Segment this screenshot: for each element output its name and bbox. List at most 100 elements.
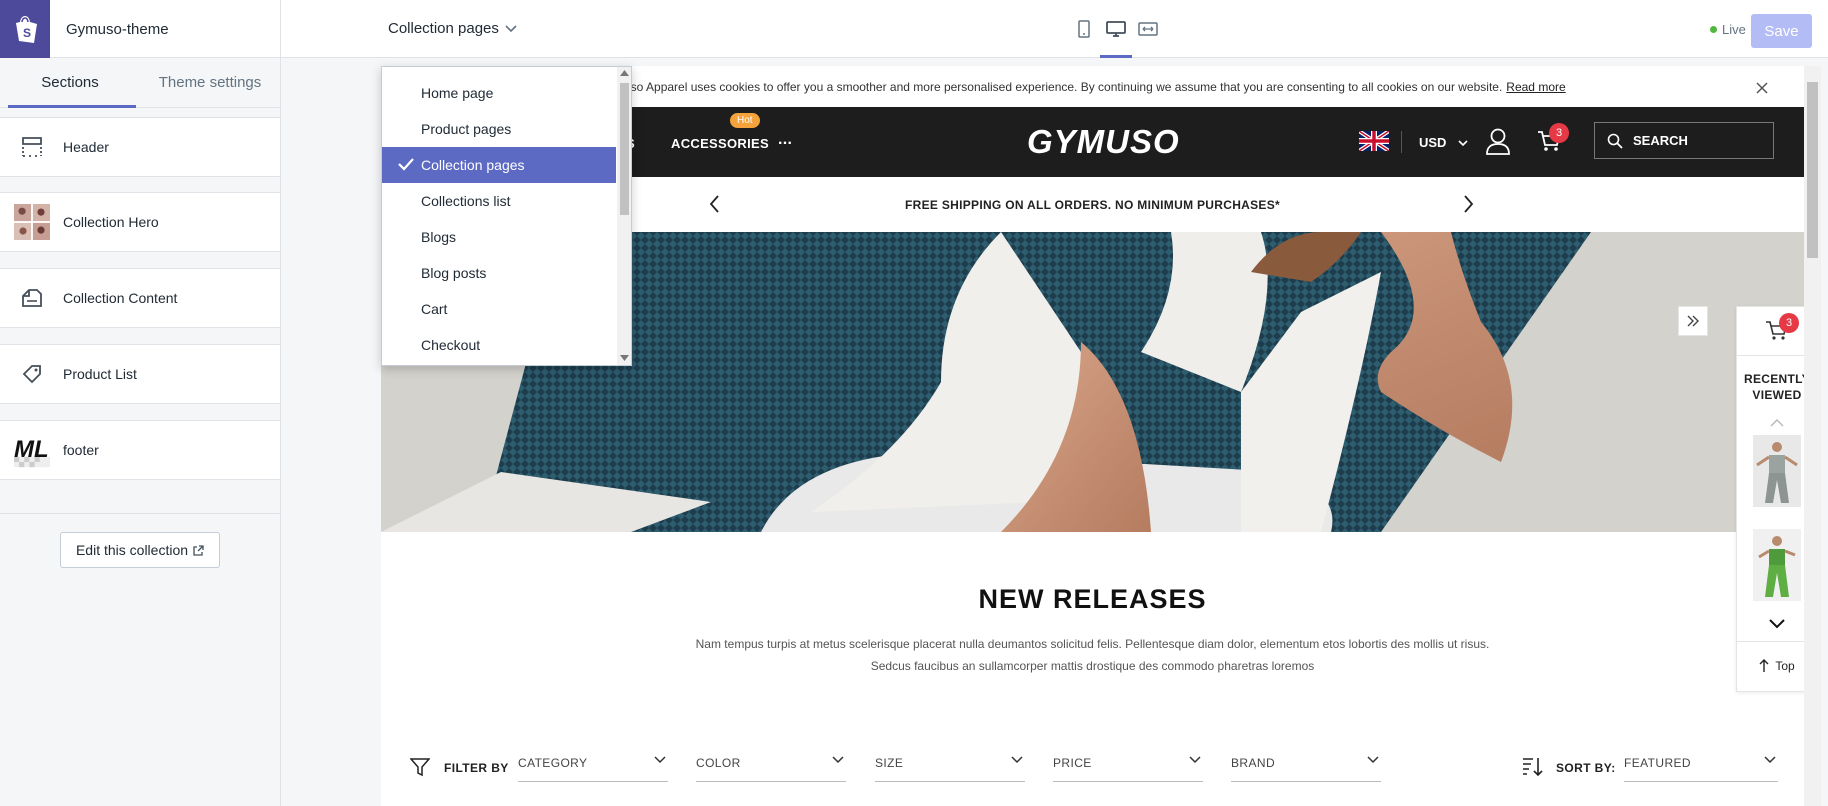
recently-viewed-panel: 3 RECENTLY VIEWED Top — [1736, 306, 1804, 692]
section-collection-content[interactable]: Collection Content — [0, 268, 280, 328]
cart-count-badge: 3 — [1779, 313, 1799, 333]
edit-collection-label: Edit this collection — [75, 542, 189, 558]
option-blog-posts[interactable]: Blog posts — [382, 255, 616, 291]
search-icon — [1607, 133, 1623, 149]
shipping-text: FREE SHIPPING ON ALL ORDERS. NO MINIMUM … — [904, 197, 1281, 212]
filter-label: COLOR — [696, 756, 741, 770]
currency-select[interactable]: USD — [1419, 135, 1468, 150]
store-search-input[interactable]: SEARCH — [1594, 122, 1774, 159]
option-label: Home page — [421, 85, 494, 101]
full-width-icon — [1138, 22, 1158, 36]
preview-scrollbar[interactable] — [1804, 66, 1821, 806]
option-checkout[interactable]: Checkout — [382, 327, 616, 363]
filter-label: BRAND — [1231, 756, 1276, 770]
nav-link-accessories[interactable]: ACCESSORIES — [671, 136, 769, 151]
sort-by-label: SORT BY: — [1556, 761, 1616, 775]
chevron-down-icon — [1764, 756, 1776, 764]
recently-viewed-widget: 3 RECENTLY VIEWED Top — [1678, 306, 1804, 692]
product-thumbnail[interactable] — [1753, 529, 1801, 601]
title-line-2: VIEWED — [1752, 388, 1802, 402]
section-header[interactable]: Header — [0, 117, 280, 177]
collapse-widget-button[interactable] — [1678, 306, 1708, 336]
section-label: Product List — [63, 366, 137, 382]
option-home-page[interactable]: Home page — [382, 75, 616, 111]
tag-icon — [14, 354, 50, 394]
live-status-dot — [1710, 26, 1717, 33]
nav-more[interactable]: ... — [778, 131, 792, 149]
search-placeholder: SEARCH — [1633, 133, 1688, 148]
sort-icon — [1523, 758, 1543, 777]
dropdown-scrollbar-thumb[interactable] — [620, 83, 629, 215]
desktop-view-button[interactable] — [1100, 0, 1132, 58]
section-product-list[interactable]: Product List — [0, 344, 280, 404]
mobile-view-button[interactable] — [1068, 0, 1100, 58]
filter-bar: FILTER BY CATEGORY COLOR SIZE PRICE BRAN… — [381, 748, 1804, 788]
section-label: Collection Hero — [63, 214, 159, 230]
topbar-divider — [280, 0, 281, 58]
chevron-up-icon[interactable] — [1770, 419, 1784, 427]
chevron-down-icon — [832, 756, 844, 764]
collection-content-icon — [14, 278, 50, 318]
panel-divider — [1737, 641, 1804, 642]
sort-value: FEATURED — [1624, 756, 1691, 770]
save-button[interactable]: Save — [1751, 14, 1812, 48]
shopify-bag-icon: S — [16, 16, 37, 43]
cookie-close-icon[interactable] — [1756, 78, 1768, 99]
dropdown-scrollbar[interactable] — [617, 67, 631, 365]
panel-divider — [1737, 355, 1804, 356]
chevron-down-icon — [654, 756, 666, 764]
tab-sections[interactable]: Sections — [0, 58, 140, 108]
description-line-1: Nam tempus turpis at metus scelerisque p… — [695, 637, 1490, 651]
filter-brand[interactable]: BRAND — [1231, 756, 1381, 782]
section-label: Header — [63, 139, 109, 155]
filter-funnel-icon — [410, 758, 430, 777]
option-collections-list[interactable]: Collections list — [382, 183, 616, 219]
arrow-up-icon — [1759, 659, 1769, 672]
editor-topbar: S Gymuso-theme Collection pages Live Sav… — [0, 0, 1828, 58]
chevron-down-icon — [1189, 756, 1201, 764]
user-account-icon[interactable] — [1485, 127, 1511, 155]
scroll-down-arrow-icon[interactable] — [620, 355, 629, 361]
option-cart[interactable]: Cart — [382, 291, 616, 327]
filter-size[interactable]: SIZE — [875, 756, 1025, 782]
chevron-down-icon[interactable] — [1769, 619, 1785, 629]
scroll-up-arrow-icon[interactable] — [620, 70, 629, 76]
option-label: Product pages — [421, 121, 512, 137]
collection-title: NEW RELEASES — [978, 584, 1207, 614]
filter-price[interactable]: PRICE — [1053, 756, 1203, 782]
filter-color[interactable]: COLOR — [696, 756, 846, 782]
sort-select[interactable]: FEATURED — [1624, 756, 1778, 782]
theme-name: Gymuso-theme — [66, 21, 169, 38]
page-type-select[interactable]: Collection pages — [388, 20, 517, 37]
header-divider — [1401, 131, 1402, 153]
option-collection-pages[interactable]: Collection pages — [382, 147, 616, 183]
filter-label: SIZE — [875, 756, 904, 770]
option-product-pages[interactable]: Product pages — [382, 111, 616, 147]
mobile-icon — [1078, 20, 1090, 38]
cart-count-badge: 3 — [1549, 123, 1569, 143]
chevron-down-icon — [1367, 756, 1379, 764]
hot-badge: Hot — [730, 113, 760, 128]
section-collection-hero[interactable]: Collection Hero — [0, 192, 280, 252]
option-blogs[interactable]: Blogs — [382, 219, 616, 255]
page-type-select-label: Collection pages — [388, 20, 499, 37]
option-label: Cart — [421, 301, 448, 317]
store-brand-logo[interactable]: GYMUSO — [1027, 123, 1180, 161]
filter-label: CATEGORY — [518, 756, 588, 770]
tab-theme-settings[interactable]: Theme settings — [140, 58, 280, 107]
product-thumbnail[interactable] — [1753, 435, 1801, 507]
filter-category[interactable]: CATEGORY — [518, 756, 668, 782]
full-width-view-button[interactable] — [1132, 0, 1164, 58]
sidebar-divider — [0, 513, 280, 514]
chevron-left-icon[interactable] — [708, 193, 720, 215]
filter-label: PRICE — [1053, 756, 1092, 770]
uk-flag-icon[interactable] — [1359, 131, 1389, 151]
section-footer[interactable]: ML footer — [0, 420, 280, 480]
chevron-right-icon[interactable] — [1463, 193, 1475, 215]
cookie-read-more-link[interactable]: Read more — [1506, 80, 1565, 94]
collection-description: Nam tempus turpis at metus scelerisque p… — [631, 633, 1554, 677]
back-to-top-button[interactable]: Top — [1737, 659, 1804, 673]
edit-collection-button[interactable]: Edit this collection — [60, 532, 220, 568]
preview-scrollbar-thumb[interactable] — [1807, 82, 1818, 258]
shopify-logo[interactable]: S — [0, 0, 50, 58]
